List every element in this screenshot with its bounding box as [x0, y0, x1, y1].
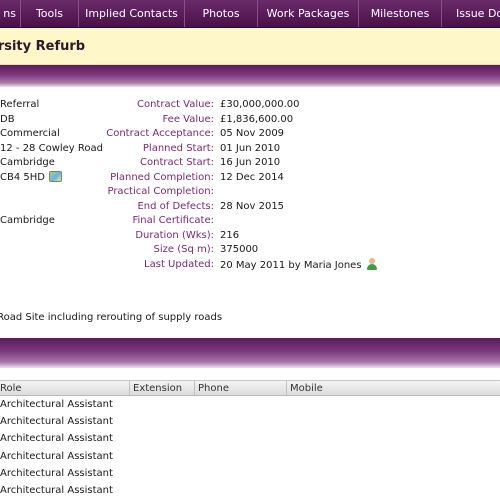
- contract-fields: Contract Value: £30,000,000.00 Fee Value:…: [100, 98, 500, 272]
- detail-postcode: CB4 5HD: [0, 170, 110, 186]
- table-row[interactable]: Architectural Assistant: [0, 448, 500, 465]
- detail-region: Cambridge: [0, 215, 55, 226]
- field-label: Planned Start:: [142, 142, 214, 154]
- field-label: Contract Start:: [140, 157, 214, 168]
- field-value: 20 May 2011 by Maria Jones: [220, 257, 378, 273]
- detail-address: 12 - 28 Cowley Road: [0, 142, 103, 154]
- tab-tools[interactable]: Tools: [21, 0, 79, 27]
- table-row[interactable]: Architectural Assistant: [0, 430, 500, 447]
- tab-milestones[interactable]: Milestones: [359, 0, 442, 27]
- project-description: y Road Site including rerouting of suppl…: [0, 312, 223, 323]
- detail-blank-1: [0, 185, 110, 200]
- field-label: End of Defects:: [137, 200, 214, 212]
- field-row: Contract Acceptance: 05 Nov 2009: [100, 127, 500, 142]
- detail-source: Referral: [0, 99, 40, 110]
- last-updated-text: 20 May 2011 by Maria Jones: [220, 259, 362, 271]
- table-header: Role Extension Phone Mobile: [0, 380, 500, 396]
- role-cell: Architectural Assistant: [0, 450, 113, 462]
- field-value: £30,000,000.00: [220, 99, 300, 110]
- field-value: 05 Nov 2009: [220, 128, 285, 139]
- tab-implied-contacts[interactable]: Implied Contacts: [79, 0, 185, 27]
- section-band: [0, 65, 500, 87]
- field-label: Duration (Wks):: [135, 229, 214, 241]
- role-cell: Architectural Assistant: [0, 416, 113, 428]
- contacts-table: Role Extension Phone Mobile Architectura…: [0, 380, 500, 499]
- table-row[interactable]: Architectural Assistant: [0, 465, 500, 482]
- field-row: Duration (Wks): 216: [100, 229, 500, 244]
- field-label: Contract Acceptance:: [106, 128, 214, 139]
- field-label: Planned Completion:: [110, 171, 214, 183]
- table-row[interactable]: Architectural Assistant: [0, 413, 500, 430]
- field-row: End of Defects: 28 Nov 2015: [100, 200, 500, 215]
- top-navigation: ns Tools Implied Contacts Photos Work Pa…: [0, 0, 500, 28]
- field-value: £1,836,600.00: [220, 113, 294, 125]
- field-value: 12 Dec 2014: [220, 171, 284, 183]
- field-label: Fee Value:: [162, 113, 214, 125]
- column-header-phone[interactable]: Phone: [195, 381, 287, 395]
- field-label: Final Certificate:: [132, 215, 214, 226]
- detail-procurement: DB: [0, 113, 15, 125]
- page-title: ersity Refurb: [0, 38, 86, 54]
- table-row[interactable]: Architectural Assistant: [0, 396, 500, 413]
- field-row: Fee Value: £1,836,600.00: [100, 113, 500, 128]
- detail-sector: Commercial: [0, 128, 60, 139]
- field-row: Contract Value: £30,000,000.00: [100, 98, 500, 113]
- field-row: Planned Completion: 12 Dec 2014: [100, 171, 500, 186]
- field-label: Size (Sq m):: [153, 244, 215, 255]
- field-row: Final Certificate:: [100, 214, 500, 229]
- postcode-text: CB4 5HD: [0, 171, 45, 183]
- field-label: Contract Value:: [136, 99, 214, 110]
- role-cell: Architectural Assistant: [0, 484, 113, 496]
- field-label: Practical Completion:: [107, 186, 214, 197]
- field-label: Last Updated:: [144, 258, 214, 270]
- field-value: 375000: [220, 244, 259, 255]
- table-row[interactable]: Architectural Assistant: [0, 482, 500, 499]
- field-row: Planned Start: 01 Jun 2010: [100, 142, 500, 157]
- detail-blank-2: [0, 200, 110, 215]
- field-row: Last Updated: 20 May 2011 by Maria Jones: [100, 257, 500, 273]
- role-cell: Architectural Assistant: [0, 399, 113, 410]
- field-value: 16 Jun 2010: [220, 157, 281, 168]
- tab-work-packages[interactable]: Work Packages: [258, 0, 359, 27]
- field-row: Contract Start: 16 Jun 2010: [100, 156, 500, 171]
- user-icon[interactable]: [366, 257, 378, 270]
- tab-issue-doc[interactable]: Issue Doc: [442, 0, 500, 27]
- field-value: 216: [220, 229, 240, 241]
- field-row: Size (Sq m): 375000: [100, 243, 500, 258]
- column-header-extension[interactable]: Extension: [130, 381, 195, 395]
- detail-city: Cambridge: [0, 157, 55, 168]
- project-details: Referral DB Commercial 12 - 28 Cowley Ro…: [0, 98, 110, 229]
- column-header-role[interactable]: Role: [0, 381, 130, 395]
- tab-photos[interactable]: Photos: [185, 0, 258, 27]
- field-value: 28 Nov 2015: [220, 200, 285, 212]
- field-row: Practical Completion:: [100, 185, 500, 200]
- tab-partial[interactable]: ns: [0, 0, 21, 27]
- role-cell: Architectural Assistant: [0, 433, 113, 445]
- map-icon[interactable]: [48, 170, 62, 182]
- column-header-mobile[interactable]: Mobile: [287, 381, 500, 395]
- title-bar: ersity Refurb: [0, 28, 500, 65]
- role-cell: Architectural Assistant: [0, 467, 113, 479]
- contacts-band: [0, 338, 500, 368]
- field-value: 01 Jun 2010: [220, 142, 281, 154]
